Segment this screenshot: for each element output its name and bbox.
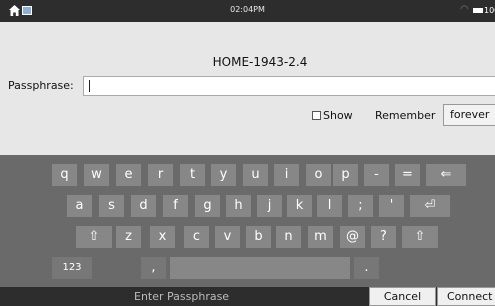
- key-h[interactable]: h: [226, 195, 251, 217]
- key-a[interactable]: a: [67, 195, 92, 217]
- battery-icon: [473, 8, 483, 13]
- text-caret: [89, 80, 90, 92]
- key-g[interactable]: g: [195, 195, 220, 217]
- key-t[interactable]: t: [180, 164, 205, 186]
- network-name: HOME-1943-2.4: [212, 55, 308, 69]
- key-i[interactable]: i: [274, 164, 299, 186]
- wifi-icon: ◠: [460, 4, 469, 15]
- key-apostrophe[interactable]: ': [379, 195, 404, 217]
- key-k[interactable]: k: [287, 195, 312, 217]
- passphrase-input[interactable]: [83, 76, 495, 96]
- key-w[interactable]: w: [84, 164, 109, 186]
- key-at[interactable]: @: [340, 226, 365, 248]
- on-screen-keyboard: q w e r t y u i o p - = ⇐ a s d f g h j …: [0, 155, 495, 287]
- remember-duration-select[interactable]: forever: [443, 104, 495, 126]
- key-period[interactable]: .: [354, 257, 379, 279]
- input-hint: Enter Passphrase: [134, 290, 230, 303]
- key-q[interactable]: q: [52, 164, 77, 186]
- connect-button[interactable]: Connect: [437, 287, 495, 306]
- numbers-key[interactable]: 123: [52, 257, 92, 279]
- key-b[interactable]: b: [246, 226, 271, 248]
- show-checkbox[interactable]: [312, 111, 321, 120]
- space-key[interactable]: [170, 257, 350, 279]
- key-v[interactable]: v: [215, 226, 240, 248]
- key-l[interactable]: l: [317, 195, 342, 217]
- key-n[interactable]: n: [276, 226, 301, 248]
- key-r[interactable]: r: [148, 164, 173, 186]
- key-u[interactable]: u: [243, 164, 268, 186]
- shift-key-right[interactable]: ⇧: [402, 226, 438, 248]
- key-j[interactable]: j: [257, 195, 282, 217]
- key-z[interactable]: z: [116, 226, 141, 248]
- backspace-key[interactable]: ⇐: [426, 164, 466, 186]
- key-o[interactable]: o: [306, 164, 331, 186]
- key-comma[interactable]: ,: [141, 257, 166, 279]
- key-p[interactable]: p: [333, 164, 358, 186]
- battery-percent: 100%: [484, 6, 495, 15]
- key-m[interactable]: m: [308, 226, 333, 248]
- clock: 02:04PM: [230, 5, 265, 14]
- key-s[interactable]: s: [99, 195, 124, 217]
- passphrase-label: Passphrase:: [8, 79, 74, 92]
- cancel-button[interactable]: Cancel: [369, 287, 436, 306]
- status-bar: 02:04PM ◠ 100%: [0, 0, 495, 22]
- key-minus[interactable]: -: [364, 164, 389, 186]
- key-semicolon[interactable]: ;: [348, 195, 373, 217]
- remember-label: Remember: [375, 109, 436, 122]
- key-equals[interactable]: =: [395, 164, 420, 186]
- key-f[interactable]: f: [163, 195, 188, 217]
- key-x[interactable]: x: [150, 226, 175, 248]
- key-question[interactable]: ?: [371, 226, 396, 248]
- key-y[interactable]: y: [211, 164, 236, 186]
- show-label: Show: [323, 109, 353, 122]
- shift-key-left[interactable]: ⇧: [76, 226, 112, 248]
- key-e[interactable]: e: [116, 164, 141, 186]
- key-c[interactable]: c: [184, 226, 209, 248]
- enter-key[interactable]: ⏎: [410, 195, 450, 217]
- key-d[interactable]: d: [131, 195, 156, 217]
